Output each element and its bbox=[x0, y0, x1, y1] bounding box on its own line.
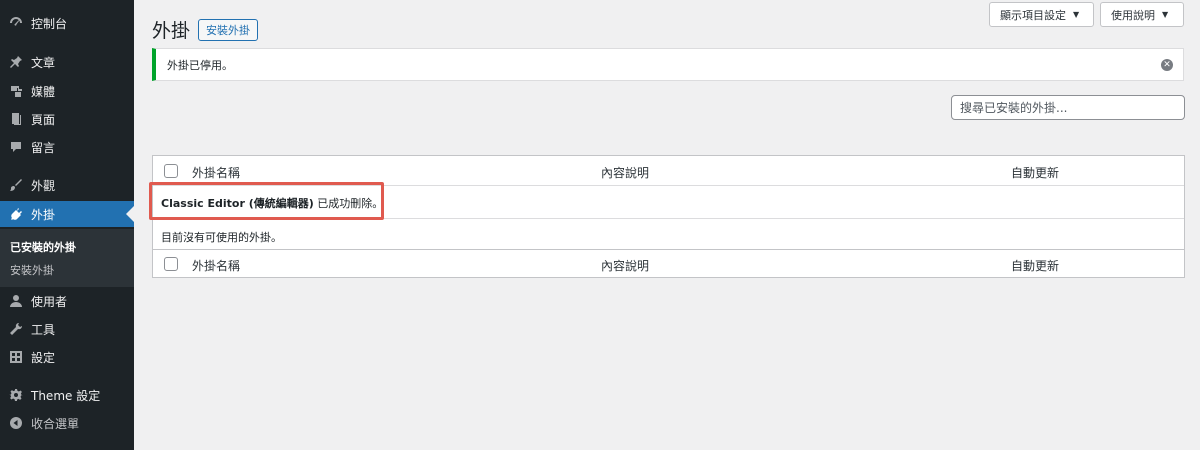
select-all-checkbox-footer[interactable] bbox=[164, 257, 178, 271]
plugin-deleted-message: Classic Editor (傳統編輯器) 已成功刪除。 bbox=[161, 195, 383, 211]
column-description-footer: 內容說明 bbox=[601, 259, 650, 273]
user-icon bbox=[9, 294, 23, 308]
plugin-icon bbox=[9, 207, 23, 221]
menu-item-media[interactable]: 媒體 bbox=[0, 78, 134, 104]
deleted-suffix: 已成功刪除。 bbox=[313, 197, 384, 210]
menu-label: Theme 設定 bbox=[31, 388, 101, 403]
no-plugins-message: 目前沒有可使用的外掛。 bbox=[161, 231, 282, 244]
deleted-plugin-row: Classic Editor (傳統編輯器) 已成功刪除。 bbox=[153, 186, 1184, 219]
menu-label: 收合選單 bbox=[31, 416, 80, 431]
dismiss-icon[interactable]: ✕ bbox=[1161, 59, 1173, 71]
column-plugin-name-footer[interactable]: 外掛名稱 bbox=[192, 257, 240, 274]
plugins-table: 外掛名稱 內容說明 自動更新 Classic Editor (傳統編輯器) 已成… bbox=[152, 155, 1185, 278]
gear-icon bbox=[9, 388, 23, 402]
menu-label: 外觀 bbox=[31, 178, 56, 193]
page-title: 外掛 bbox=[152, 20, 191, 42]
dashboard-icon bbox=[9, 16, 23, 30]
menu-label: 控制台 bbox=[31, 16, 68, 31]
collapse-icon bbox=[9, 416, 23, 430]
menu-item-comments[interactable]: 留言 bbox=[0, 134, 134, 160]
table-header: 外掛名稱 內容說明 自動更新 bbox=[153, 156, 1184, 186]
empty-row: 目前沒有可使用的外掛。 bbox=[153, 219, 1184, 250]
menu-item-posts[interactable]: 文章 bbox=[0, 49, 134, 75]
table-footer: 外掛名稱 內容說明 自動更新 bbox=[153, 249, 1184, 278]
submenu-add-plugin[interactable]: 安裝外掛 bbox=[10, 262, 54, 278]
menu-label: 設定 bbox=[31, 350, 56, 365]
help-label: 使用說明 bbox=[1111, 8, 1155, 22]
page-icon bbox=[9, 112, 23, 126]
media-icon bbox=[9, 84, 23, 98]
screen-options-label: 顯示項目設定 bbox=[1000, 8, 1066, 22]
brush-icon bbox=[9, 178, 23, 192]
pin-icon bbox=[9, 55, 23, 69]
menu-label: 工具 bbox=[31, 322, 56, 337]
caret-down-icon: ▼ bbox=[1162, 10, 1169, 19]
column-auto-updates-footer: 自動更新 bbox=[1011, 259, 1060, 273]
admin-sidebar: 控制台 文章 媒體 頁面 留言 外觀 外掛 已安裝的外掛 安裝外掛 使用者 工具 bbox=[0, 0, 134, 450]
submenu-installed-plugins[interactable]: 已安裝的外掛 bbox=[10, 239, 76, 255]
menu-label: 文章 bbox=[31, 55, 56, 70]
help-button[interactable]: 使用說明 ▼ bbox=[1100, 2, 1184, 27]
current-menu-arrow bbox=[126, 206, 134, 222]
screen-options-button[interactable]: 顯示項目設定 ▼ bbox=[989, 2, 1094, 27]
add-plugin-button[interactable]: 安裝外掛 bbox=[198, 19, 258, 41]
menu-label: 使用者 bbox=[31, 294, 68, 309]
comment-icon bbox=[9, 140, 23, 154]
menu-item-appearance[interactable]: 外觀 bbox=[0, 172, 134, 198]
menu-item-dashboard[interactable]: 控制台 bbox=[0, 10, 134, 36]
menu-label: 媒體 bbox=[31, 84, 56, 99]
collapse-menu-button[interactable]: 收合選單 bbox=[0, 410, 134, 436]
column-plugin-name[interactable]: 外掛名稱 bbox=[192, 164, 240, 181]
search-plugins-input[interactable] bbox=[951, 95, 1185, 120]
menu-item-settings[interactable]: 設定 bbox=[0, 344, 134, 370]
menu-item-theme-settings[interactable]: Theme 設定 bbox=[0, 382, 134, 408]
plugin-deactivated-notice: 外掛已停用。 ✕ bbox=[152, 48, 1184, 81]
notice-text: 外掛已停用。 bbox=[167, 58, 233, 72]
column-description: 內容說明 bbox=[601, 166, 650, 180]
menu-label: 外掛 bbox=[31, 207, 56, 222]
menu-item-users[interactable]: 使用者 bbox=[0, 288, 134, 314]
caret-down-icon: ▼ bbox=[1073, 10, 1080, 19]
menu-label: 頁面 bbox=[31, 112, 56, 127]
settings-icon bbox=[9, 350, 23, 364]
select-all-checkbox[interactable] bbox=[164, 164, 178, 178]
menu-item-tools[interactable]: 工具 bbox=[0, 316, 134, 342]
wrench-icon bbox=[9, 322, 23, 336]
deleted-plugin-name: Classic Editor (傳統編輯器) bbox=[161, 197, 314, 210]
menu-label: 留言 bbox=[31, 140, 56, 155]
plugins-submenu: 已安裝的外掛 安裝外掛 bbox=[0, 229, 134, 287]
column-auto-updates: 自動更新 bbox=[1011, 166, 1060, 180]
menu-item-plugins[interactable]: 外掛 bbox=[0, 201, 134, 227]
menu-item-pages[interactable]: 頁面 bbox=[0, 106, 134, 132]
